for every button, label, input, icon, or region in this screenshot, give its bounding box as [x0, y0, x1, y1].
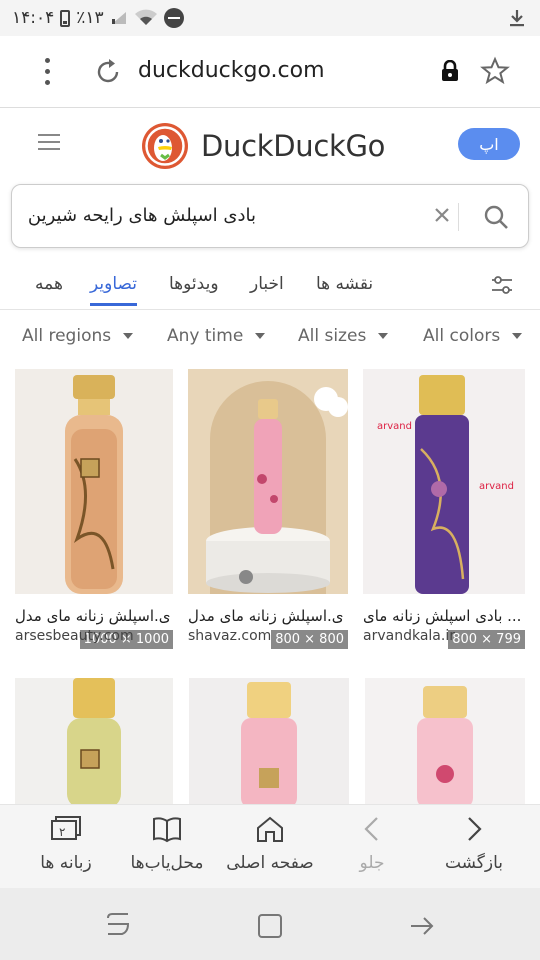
chevron-left-icon — [364, 817, 378, 841]
system-navigation-bar — [0, 888, 540, 960]
result-image — [15, 678, 173, 804]
filter-sizes-label: All sizes — [298, 326, 367, 346]
back-label: بازگشت — [444, 853, 504, 873]
browser-toolbar: duckduckgo.com — [0, 36, 540, 108]
tabs-label: زبانه ها — [40, 853, 92, 873]
ddg-logo[interactable]: DuckDuckGo — [141, 122, 385, 170]
chevron-down-icon — [255, 333, 266, 339]
svg-text:arvand: arvand — [377, 421, 412, 432]
tab-images[interactable]: تصاویر — [90, 274, 137, 306]
result-title: ی.اسپلش زنانه مای مدل — [15, 607, 171, 625]
status-time: ۱۴:۰۴ — [12, 8, 55, 28]
image-filters: All regions Any time All sizes All color… — [0, 312, 540, 360]
search-divider — [458, 203, 459, 231]
result-source: arvandkala.ir — [363, 628, 455, 644]
result-image — [365, 678, 525, 804]
search-input[interactable]: بادی اسپلش های رایحه شیرین — [28, 205, 256, 226]
filter-colors-label: All colors — [423, 326, 501, 346]
wifi-icon — [134, 9, 157, 25]
result-image — [188, 369, 348, 594]
bottom-navigation: ۲ زبانه ها محل‌یاب‌ها صفحه اصلی جلو بازگ… — [0, 804, 540, 888]
battery-level: ٪۱۳ — [76, 8, 104, 28]
bookmark-star-icon[interactable] — [480, 56, 510, 86]
ddg-header: DuckDuckGo اپ — [0, 108, 540, 180]
battery-icon — [60, 9, 71, 27]
image-result[interactable] — [189, 678, 349, 804]
chevron-down-icon — [378, 333, 389, 339]
filter-time[interactable]: Any time — [167, 326, 266, 346]
image-result[interactable]: arvand arvand 800 × 799 ... بادی اسپلش ز… — [363, 369, 525, 649]
back-system-icon[interactable] — [408, 912, 436, 940]
bookmarks-label: محل‌یاب‌ها — [130, 853, 204, 873]
filter-regions-label: All regions — [22, 326, 112, 346]
tab-all[interactable]: همه — [35, 274, 63, 294]
tabs-icon: ۲ — [51, 816, 81, 840]
filter-sizes[interactable]: All sizes — [298, 326, 389, 346]
bookmarks-button[interactable]: محل‌یاب‌ها — [117, 815, 217, 873]
tab-count: ۲ — [59, 825, 65, 839]
chevron-down-icon — [512, 333, 523, 339]
result-tabs: همه تصاویر ویدئوها اخبار نقشه ها — [0, 262, 540, 310]
clear-icon[interactable] — [432, 205, 452, 225]
chevron-right-icon — [468, 817, 482, 841]
status-bar: ۱۴:۰۴ ٪۱۳ — [0, 0, 540, 36]
tabs-button[interactable]: ۲ زبانه ها — [16, 815, 116, 873]
forward-button[interactable]: جلو — [322, 815, 422, 873]
result-image — [15, 369, 173, 594]
lock-icon[interactable] — [440, 60, 460, 82]
image-dimensions: 800 × 799 — [448, 630, 525, 649]
filter-regions[interactable]: All regions — [22, 326, 134, 346]
tab-maps[interactable]: نقشه ها — [316, 274, 373, 294]
home-button[interactable]: صفحه اصلی — [220, 815, 320, 873]
download-icon — [510, 10, 524, 27]
image-result[interactable] — [15, 678, 173, 804]
tab-videos[interactable]: ویدئوها — [169, 274, 219, 294]
result-title: ... بادی اسپلش زنانه مای — [363, 607, 522, 625]
image-result[interactable]: 1000 × 1000 ی.اسپلش زنانه مای مدل arsesb… — [15, 369, 173, 649]
svg-text:arvand: arvand — [479, 481, 514, 492]
result-image — [189, 678, 349, 804]
search-box: بادی اسپلش های رایحه شیرین — [11, 184, 529, 248]
home-label: صفحه اصلی — [226, 853, 314, 873]
result-image: arvand arvand — [363, 369, 525, 594]
tab-news[interactable]: اخبار — [250, 274, 284, 294]
hamburger-menu-icon[interactable] — [38, 134, 60, 155]
back-button[interactable]: بازگشت — [424, 815, 524, 873]
result-source: shavaz.com — [188, 628, 272, 644]
forward-label: جلو — [359, 853, 385, 873]
signal-icon — [111, 12, 126, 24]
reload-icon[interactable] — [92, 56, 124, 88]
image-dimensions: 800 × 800 — [271, 630, 348, 649]
do-not-disturb-icon — [163, 8, 184, 28]
app-button[interactable]: اپ — [458, 128, 520, 160]
chevron-down-icon — [123, 333, 134, 339]
browser-menu-icon[interactable] — [38, 56, 58, 88]
home-icon — [257, 816, 283, 842]
search-settings-icon[interactable] — [490, 274, 514, 296]
filter-time-label: Any time — [167, 326, 244, 346]
search-icon[interactable] — [482, 203, 510, 231]
ddg-duck-icon — [142, 123, 188, 169]
image-result[interactable] — [365, 678, 525, 804]
home-system-icon[interactable] — [256, 912, 284, 940]
book-icon — [153, 817, 181, 843]
recent-apps-icon[interactable] — [104, 912, 132, 938]
url-field[interactable]: duckduckgo.com — [138, 58, 325, 83]
result-title: ی.اسپلش زنانه مای مدل — [188, 607, 344, 625]
result-source: arsesbeauty.com — [15, 628, 134, 644]
image-result[interactable]: 800 × 800 ی.اسپلش زنانه مای مدل shavaz.c… — [188, 369, 348, 649]
filter-colors[interactable]: All colors — [423, 326, 523, 346]
ddg-logo-text: DuckDuckGo — [201, 129, 386, 163]
